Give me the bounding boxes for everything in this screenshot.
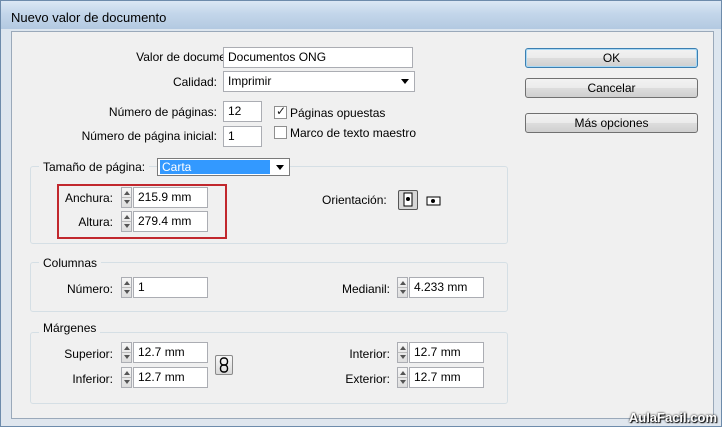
- preset-label: Valor de documento:: [136, 50, 246, 64]
- chain-link-icon: [219, 357, 229, 373]
- landscape-orientation-button[interactable]: [424, 191, 442, 209]
- cancel-button[interactable]: Cancelar: [525, 78, 698, 98]
- page-size-legend: Tamaño de página:: [39, 160, 150, 174]
- title-bar[interactable]: Nuevo valor de documento: [1, 1, 721, 29]
- facing-pages-checkbox[interactable]: [274, 104, 287, 119]
- portrait-orientation-button[interactable]: [398, 190, 418, 210]
- dialog-body: Valor de documento: Documentos ONG Calid…: [11, 31, 714, 419]
- margin-top-stepper[interactable]: [121, 342, 132, 363]
- facing-pages-label[interactable]: Páginas opuestas: [290, 106, 385, 120]
- margin-inside-input[interactable]: 12.7 mm: [409, 342, 484, 363]
- preset-input[interactable]: Documentos ONG: [223, 47, 413, 68]
- start-page-label: Número de página inicial:: [81, 129, 217, 143]
- portrait-page-icon: [403, 192, 413, 207]
- margin-outside-input[interactable]: 12.7 mm: [409, 367, 484, 388]
- more-options-button[interactable]: Más opciones: [525, 113, 698, 133]
- annotation-highlight-box: [57, 184, 227, 239]
- margin-inside-stepper[interactable]: [397, 342, 408, 363]
- margin-inside-label: Interior:: [349, 347, 390, 361]
- chevron-down-icon: [276, 165, 284, 170]
- column-number-stepper[interactable]: [121, 277, 132, 298]
- ok-button[interactable]: OK: [525, 48, 698, 68]
- landscape-page-icon: [426, 196, 441, 206]
- margins-legend: Márgenes: [39, 321, 101, 335]
- margin-bottom-label: Inferior:: [72, 372, 113, 386]
- start-page-input[interactable]: 1: [223, 126, 262, 147]
- pages-label: Número de páginas:: [108, 105, 217, 119]
- quality-select[interactable]: Imprimir: [223, 71, 415, 92]
- master-text-frame-checkbox[interactable]: [274, 126, 287, 139]
- margin-outside-label: Exterior:: [345, 372, 390, 386]
- chevron-down-icon: [401, 79, 409, 84]
- gutter-stepper[interactable]: [397, 277, 408, 298]
- margin-top-label: Superior:: [64, 347, 113, 361]
- page-size-select[interactable]: Carta: [157, 158, 290, 176]
- margin-top-input[interactable]: 12.7 mm: [133, 342, 208, 363]
- column-number-input[interactable]: 1: [133, 277, 208, 298]
- column-number-label: Número:: [66, 282, 113, 296]
- dialog-window: Nuevo valor de documento Valor de docume…: [0, 0, 722, 427]
- quality-label: Calidad:: [172, 75, 217, 89]
- dialog-title: Nuevo valor de documento: [11, 10, 167, 25]
- pages-input[interactable]: 12: [223, 101, 262, 122]
- columns-legend: Columnas: [39, 256, 102, 270]
- orientation-label: Orientación:: [322, 193, 387, 207]
- gutter-label: Medianil:: [341, 282, 390, 296]
- watermark-logo: AulaFacil.com: [628, 410, 717, 425]
- margin-outside-stepper[interactable]: [397, 367, 408, 388]
- master-text-frame-label[interactable]: Marco de texto maestro: [290, 126, 416, 140]
- margin-bottom-input[interactable]: 12.7 mm: [133, 367, 208, 388]
- margin-bottom-stepper[interactable]: [121, 367, 132, 388]
- gutter-input[interactable]: 4.233 mm: [409, 277, 484, 298]
- quality-select-value: Imprimir: [228, 74, 272, 88]
- page-size-select-value: Carta: [160, 160, 270, 174]
- link-margins-button[interactable]: [215, 355, 233, 375]
